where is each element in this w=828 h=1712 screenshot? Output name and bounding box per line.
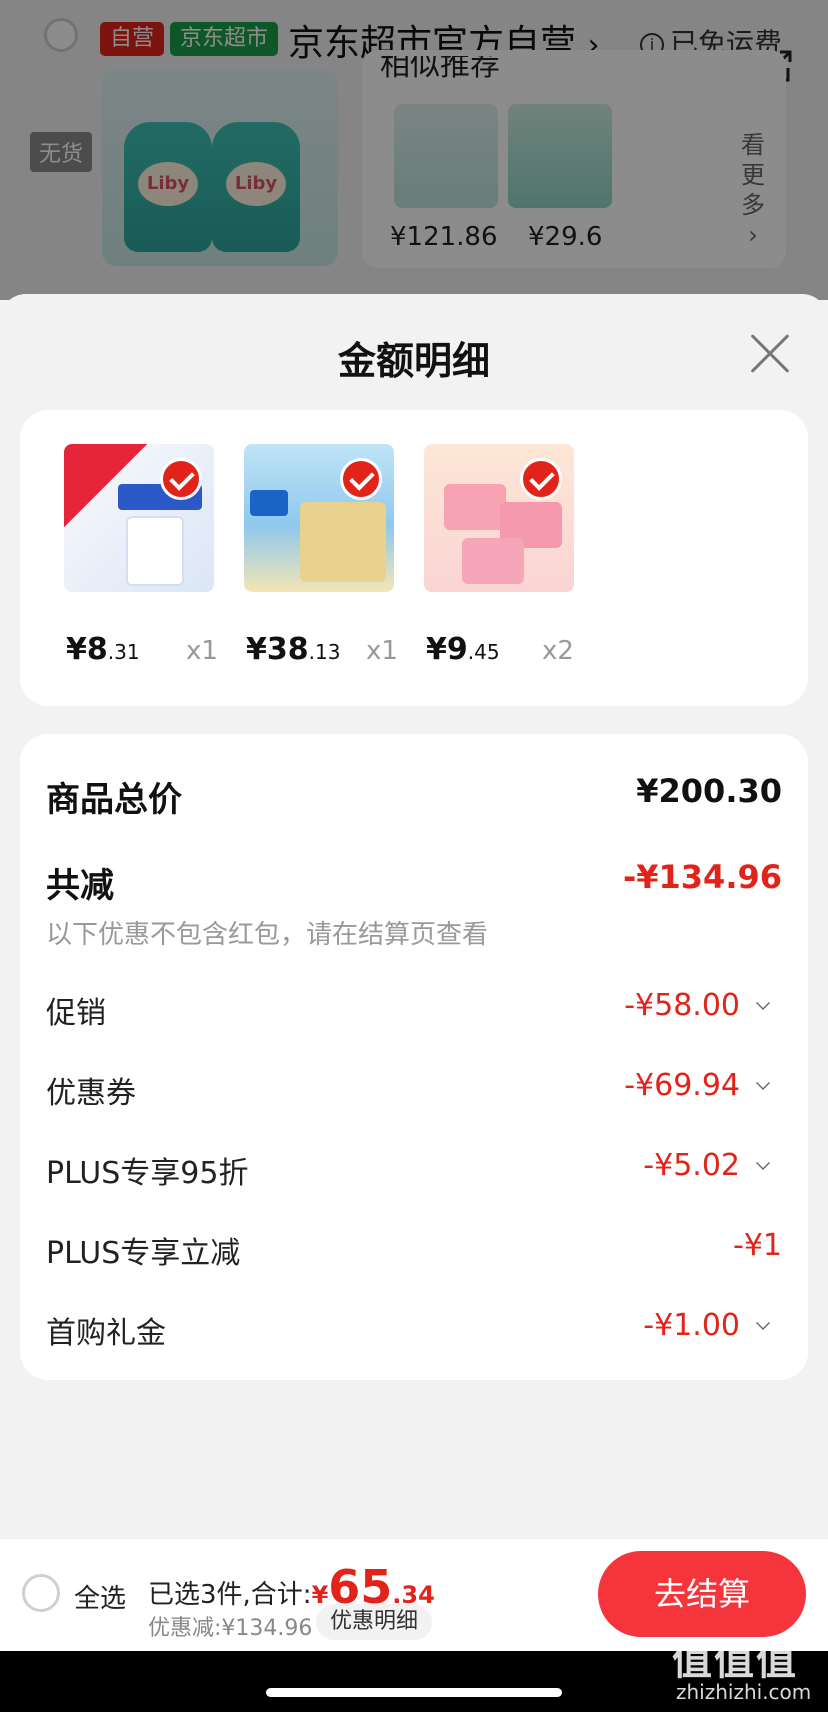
watermark-logo: 值值值	[672, 1638, 798, 1684]
total-label: 商品总价	[46, 780, 182, 820]
discount-detail-button[interactable]: 优惠明细	[316, 1604, 433, 1640]
total-value: ¥200.30	[636, 772, 782, 810]
selected-count-text: 已选3件,合计:	[148, 1580, 312, 1610]
discount-value-coupon[interactable]: -¥69.94	[624, 1068, 740, 1103]
discount-value-plus-instant: -¥1	[733, 1228, 782, 1263]
home-indicator[interactable]	[266, 1688, 562, 1697]
select-all-radio[interactable]	[22, 1574, 60, 1612]
item-qty-3: x2	[542, 636, 574, 666]
item-price-int: ¥8	[66, 632, 108, 667]
check-icon[interactable]	[160, 458, 202, 500]
item-price-dec: .45	[467, 640, 500, 664]
item-price-dec: .31	[107, 640, 140, 664]
discount-value-promo[interactable]: -¥58.00	[624, 988, 740, 1023]
item-price-dec: .13	[308, 640, 341, 664]
item-qty-1: x1	[186, 636, 218, 666]
item-price-int: ¥38	[246, 632, 309, 667]
check-icon[interactable]	[340, 458, 382, 500]
select-all-label[interactable]: 全选	[74, 1578, 126, 1615]
item-price-2: ¥38.13	[246, 632, 340, 667]
discount-label-coupon: 优惠券	[46, 1076, 136, 1111]
watermark-url: zhizhizhi.com	[676, 1680, 812, 1704]
summary-card	[20, 734, 808, 1380]
sheet-title: 金额明细	[337, 339, 490, 383]
discount-label-promo: 促销	[46, 996, 106, 1031]
discount-note: 以下优惠不包含红包，请在结算页查看	[46, 920, 489, 950]
item-price-3: ¥9.45	[426, 632, 500, 667]
item-price-int: ¥9	[426, 632, 468, 667]
item-qty-2: x1	[366, 636, 398, 666]
discount-summary: 优惠减:¥134.96	[148, 1616, 313, 1641]
discount-value-plus95[interactable]: -¥5.02	[643, 1148, 740, 1183]
close-icon[interactable]	[748, 332, 792, 376]
checkout-button[interactable]: 去结算	[598, 1551, 806, 1637]
discount-label-first-purchase: 首购礼金	[46, 1316, 166, 1351]
reduce-value: -¥134.96	[622, 858, 782, 896]
item-price-1: ¥8.31	[66, 632, 140, 667]
modal-overlay[interactable]	[0, 0, 828, 300]
discount-label-plus95: PLUS专享95折	[46, 1156, 249, 1191]
reduce-label: 共减	[46, 866, 114, 906]
discount-value-first-purchase[interactable]: -¥1.00	[643, 1308, 740, 1343]
discount-label-plus-instant: PLUS专享立减	[46, 1236, 241, 1271]
check-icon[interactable]	[520, 458, 562, 500]
